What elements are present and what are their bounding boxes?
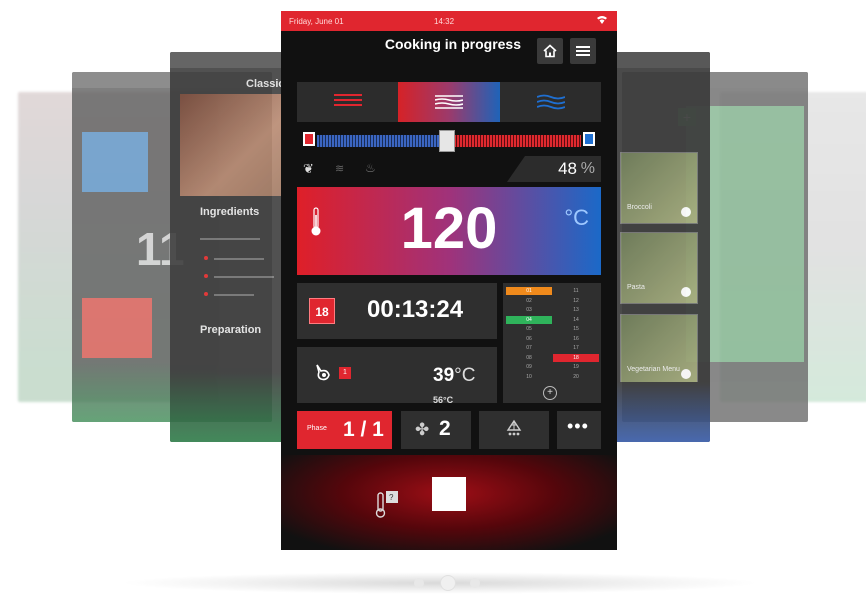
timer-panel[interactable]: 18 00:13:24 bbox=[297, 283, 497, 339]
pager-dot-active[interactable] bbox=[440, 575, 456, 591]
steam-level-icon[interactable]: ≋ bbox=[335, 162, 344, 175]
shelf-cell[interactable]: 17 bbox=[553, 344, 599, 352]
mode-combi-button[interactable] bbox=[398, 82, 500, 122]
menu-button[interactable] bbox=[570, 38, 596, 64]
probe-badge: 1 bbox=[339, 367, 351, 379]
product-showcase: 11 + Classic Ingredients Preparation Bro… bbox=[0, 0, 866, 594]
shelf-cell[interactable]: 12 bbox=[553, 297, 599, 305]
bg-card-vegetarian: Vegetarian Menu bbox=[620, 314, 698, 386]
convection-icon bbox=[334, 94, 362, 110]
timer-value: 00:13:24 bbox=[367, 296, 464, 323]
shelf-cell[interactable]: 03 bbox=[506, 306, 552, 314]
shelf-cell[interactable]: 11 bbox=[553, 287, 599, 295]
shelf-cell[interactable]: 06 bbox=[506, 335, 552, 343]
shelf-cell[interactable]: 09 bbox=[506, 363, 552, 371]
mode-steam-button[interactable] bbox=[500, 82, 601, 122]
fan-icon: ✤ bbox=[415, 420, 430, 439]
shelf-cell[interactable]: 08 bbox=[506, 354, 552, 362]
status-time: 14:32 bbox=[434, 17, 455, 26]
bg-ingredients-heading: Ingredients bbox=[200, 206, 260, 218]
humidity-value: 48 bbox=[558, 159, 577, 178]
control-bar: Phase 1 / 1 ✤ 2 ••• bbox=[297, 411, 601, 449]
bg-preparation-heading: Preparation bbox=[200, 324, 262, 336]
slider-handle[interactable] bbox=[439, 130, 455, 152]
probe-icon bbox=[313, 363, 333, 388]
temperature-panel[interactable]: 120 °C bbox=[297, 187, 601, 275]
more-icon: ••• bbox=[567, 416, 589, 436]
shelf-cell[interactable]: 14 bbox=[553, 316, 599, 324]
humidity-slider[interactable] bbox=[299, 128, 599, 152]
phase-value: 1 / 1 bbox=[343, 418, 384, 441]
flame-icon[interactable]: ♨ bbox=[365, 161, 376, 175]
leaf-icon[interactable]: ❦ bbox=[303, 161, 314, 177]
shelf-cell[interactable]: 01 bbox=[506, 287, 552, 295]
oven-control-screen: Friday, June 01 14:32 Cooking in progres… bbox=[281, 11, 617, 550]
slider-max-marker bbox=[583, 132, 595, 146]
add-shelf-icon[interactable]: + bbox=[543, 386, 557, 400]
status-date: Friday, June 01 bbox=[289, 17, 344, 26]
svg-text:?: ? bbox=[389, 493, 394, 502]
home-icon bbox=[543, 44, 557, 58]
pager-dot[interactable] bbox=[470, 578, 480, 588]
core-probe-panel[interactable]: 1 39°C 56°C bbox=[297, 347, 497, 405]
shelf-cell[interactable]: 16 bbox=[553, 335, 599, 343]
shelf-cell[interactable]: 10 bbox=[506, 373, 552, 381]
probe-temperature: 39°C 56°C bbox=[433, 365, 476, 405]
shelf-cell[interactable]: 04 bbox=[506, 315, 552, 324]
stop-button[interactable] bbox=[432, 477, 466, 511]
bg-recipe-title: Classic bbox=[246, 78, 285, 90]
phase-button[interactable]: Phase 1 / 1 bbox=[297, 411, 392, 449]
status-bar: Friday, June 01 14:32 bbox=[281, 11, 617, 31]
shelf-cell[interactable]: 02 bbox=[506, 297, 552, 305]
bg-card-broccoli: Broccoli bbox=[620, 152, 698, 224]
calendar-badge: 18 bbox=[309, 298, 335, 324]
temperature-unit: °C bbox=[564, 205, 589, 230]
wifi-icon bbox=[596, 15, 608, 28]
phase-label: Phase bbox=[307, 425, 327, 432]
cooking-mode-selector bbox=[297, 82, 601, 122]
mode-convection-button[interactable] bbox=[297, 82, 398, 122]
fan-speed-value: 2 bbox=[439, 417, 451, 440]
shelf-cell[interactable]: 20 bbox=[553, 373, 599, 381]
bg-tile-red bbox=[82, 298, 152, 358]
steam-icon bbox=[537, 94, 565, 110]
humidity-unit: % bbox=[580, 160, 595, 177]
humidity-readout: 48 % bbox=[507, 156, 601, 182]
vent-button[interactable] bbox=[479, 411, 549, 449]
shelf-cell[interactable]: 15 bbox=[553, 325, 599, 333]
core-temperature-icon[interactable]: ? bbox=[374, 489, 400, 519]
bg-tile-blue bbox=[82, 132, 148, 192]
shelf-cell[interactable]: 13 bbox=[553, 306, 599, 314]
home-button[interactable] bbox=[537, 38, 563, 64]
page-title: Cooking in progress bbox=[384, 36, 521, 52]
pager-dot[interactable] bbox=[414, 578, 424, 588]
hamburger-menu-icon bbox=[576, 46, 590, 56]
shelf-cell[interactable]: 19 bbox=[553, 363, 599, 371]
shelf-cell[interactable]: 07 bbox=[506, 344, 552, 352]
temperature-value: 120 bbox=[400, 196, 498, 261]
vent-icon bbox=[505, 419, 523, 441]
shelf-cell[interactable]: 18 bbox=[553, 353, 599, 362]
slider-min-marker bbox=[303, 132, 315, 146]
bg-card-pasta: Pasta bbox=[620, 232, 698, 304]
combi-icon bbox=[435, 95, 463, 109]
fan-speed-button[interactable]: ✤ 2 bbox=[401, 411, 471, 449]
more-options-button[interactable]: ••• bbox=[557, 411, 601, 449]
shelf-timer-grid[interactable]: 01 11 02 12 03 13 04 14 05 15 06 16 07 17 08 18 09 19 10 20… bbox=[503, 283, 601, 403]
humidity-row: ❦ ≋ ♨ 48 % bbox=[297, 156, 601, 182]
shelf-cell[interactable]: 05 bbox=[506, 325, 552, 333]
